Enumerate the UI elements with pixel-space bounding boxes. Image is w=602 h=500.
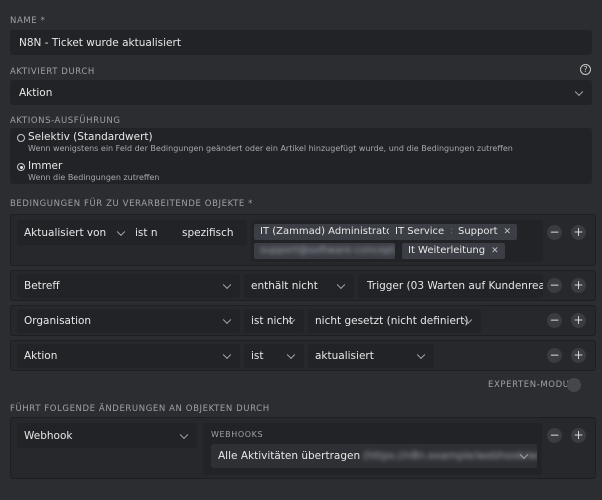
chevron-down-icon (574, 87, 584, 96)
execution-label: AKTIONS-AUSFÜHRUNG (10, 116, 121, 126)
remove-condition-button[interactable]: − (547, 278, 562, 293)
activated-by-label: AKTIVIERT DURCH (10, 67, 95, 77)
operator-value: ist (251, 350, 264, 362)
chevron-down-icon (222, 280, 232, 290)
attribute-value: Aktualisiert von (24, 226, 107, 239)
chevron-down-icon (179, 430, 189, 439)
conditions-label: BEDINGUNGEN FÜR ZU VERARBEITENDE OBJEKTE… (10, 199, 254, 209)
token-label: IT Service (395, 226, 445, 237)
attribute-select[interactable]: Betreff (17, 274, 240, 298)
name-value: N8N - Ticket wurde aktualisiert (19, 36, 181, 49)
precondition-value: spezifisch (182, 226, 234, 239)
value-select[interactable]: nicht gesetzt (nicht definiert) (308, 309, 481, 333)
remove-condition-button[interactable]: − (547, 225, 562, 240)
operator-select[interactable]: enthält nicht (244, 274, 354, 298)
changes-label: FÜHRT FOLGENDE ÄNDERUNGEN AN OBJEKTEN DU… (10, 404, 270, 414)
chevron-down-icon (222, 350, 232, 360)
attribute-value: Organisation (24, 315, 92, 327)
operator-value: ist nicht (251, 315, 293, 327)
subject-input[interactable]: Trigger (03 Warten auf Kundenreaktion) (358, 274, 543, 298)
operator-select[interactable]: ist (244, 344, 304, 368)
name-input[interactable]: N8N - Ticket wurde aktualisiert (10, 30, 592, 55)
attribute-value: Aktion (24, 350, 58, 362)
value-select[interactable]: aktualisiert (308, 344, 434, 368)
condition-row: Aktion ist aktualisiert − + (10, 340, 596, 371)
token-label: It Weiterleitung (408, 245, 486, 256)
attribute-value: Betreff (24, 280, 60, 292)
help-icon[interactable]: ? (580, 64, 591, 75)
close-icon[interactable]: ✕ (504, 227, 512, 237)
activated-by-value: Aktion (19, 86, 53, 99)
execution-options: Selektiv (Standardwert) Wenn wenigstens … (10, 128, 592, 184)
condition-row: Betreff enthält nicht Trigger (03 Warten… (10, 270, 596, 301)
token-label: IT (Zammad) Administrator (260, 226, 397, 237)
precondition-select[interactable]: spezifisch (175, 220, 247, 245)
webhook-panel: WEBHOOKS Alle Aktivitäten übertragen (ht… (203, 423, 542, 475)
expert-mode-label: EXPERTEN-MODUS (488, 380, 576, 390)
webhook-url-redacted: (https://n8n.example/webhook/webhook-2b4… (363, 450, 537, 462)
add-change-button[interactable]: + (571, 428, 586, 443)
token-label: Support (458, 226, 498, 237)
webhooks-label: WEBHOOKS (211, 430, 264, 439)
token-chip: Support ✕ (452, 224, 518, 240)
change-row: Webhook WEBHOOKS Alle Aktivitäten übertr… (10, 417, 596, 479)
radio-always[interactable] (17, 163, 25, 171)
chevron-down-icon (116, 227, 126, 236)
remove-change-button[interactable]: − (547, 428, 562, 443)
radio-selective[interactable] (17, 134, 25, 142)
value-token-field[interactable]: IT (Zammad) Administrator ✕ IT Service ✕ S… (251, 220, 543, 262)
activated-by-select[interactable]: Aktion (10, 80, 592, 105)
chevron-down-icon (416, 350, 426, 360)
add-condition-button[interactable]: + (571, 348, 586, 363)
operator-value: enthält nicht (251, 280, 318, 292)
token-chip: support@software-concept.de✕ (254, 243, 395, 259)
token-chip: It Weiterleitung ✕ (402, 243, 505, 259)
expert-mode-toggle[interactable] (567, 378, 581, 392)
add-condition-button[interactable]: + (571, 278, 586, 293)
add-condition-button[interactable]: + (571, 225, 586, 240)
value-text: nicht gesetzt (nicht definiert) (315, 315, 469, 327)
option-always-description: Wenn die Bedingungen zutreffen (28, 173, 160, 182)
operator-select[interactable]: ist n (128, 220, 180, 245)
close-icon[interactable]: ✕ (491, 246, 499, 256)
option-always-title: Immer (28, 160, 63, 172)
chevron-down-icon (222, 315, 232, 325)
remove-condition-button[interactable]: − (547, 348, 562, 363)
operator-value: ist n (135, 226, 158, 239)
chevron-down-icon (336, 280, 346, 290)
name-label: NAME * (10, 16, 46, 26)
webhook-value: Alle Aktivitäten übertragen (218, 450, 361, 462)
option-selective-description: Wenn wenigstens ein Feld der Bedingungen… (28, 144, 513, 153)
operator-select[interactable]: ist nicht (244, 309, 304, 333)
subject-value: Trigger (03 Warten auf Kundenreaktion) (367, 280, 543, 292)
add-condition-button[interactable]: + (571, 313, 586, 328)
webhook-select[interactable]: Alle Aktivitäten übertragen (https://n8n… (211, 444, 537, 468)
value-text: aktualisiert (315, 350, 374, 362)
attribute-select[interactable]: Aktion (17, 344, 240, 368)
attribute-select[interactable]: Organisation (17, 309, 240, 333)
remove-condition-button[interactable]: − (547, 313, 562, 328)
change-type-select[interactable]: Webhook (17, 423, 197, 448)
attribute-select[interactable]: Aktualisiert von (17, 220, 134, 245)
token-label-redacted: support@software-concept.de (260, 245, 395, 256)
change-type-value: Webhook (24, 429, 73, 442)
condition-row: Aktualisiert von ist n spezifisch IT (Za… (10, 214, 596, 266)
chevron-down-icon (286, 350, 296, 360)
condition-row: Organisation ist nicht nicht gesetzt (ni… (10, 305, 596, 336)
option-selective-title: Selektiv (Standardwert) (28, 131, 153, 143)
